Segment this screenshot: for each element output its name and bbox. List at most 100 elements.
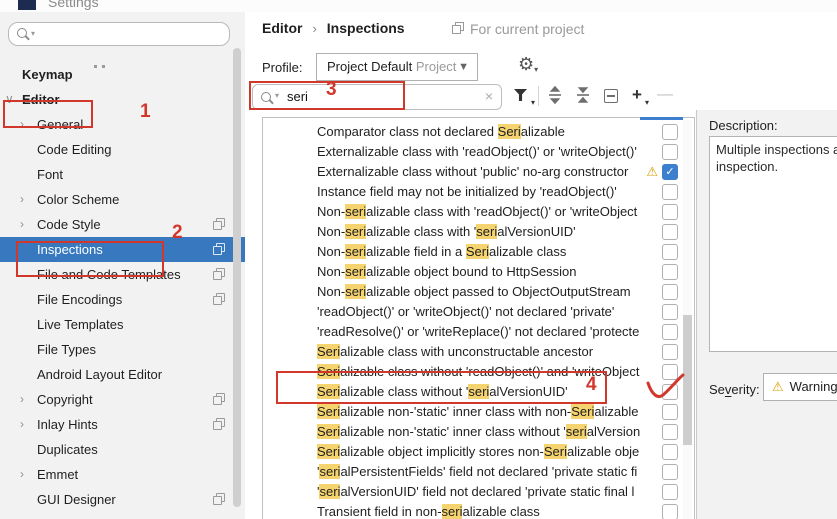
sidebar-item-label: File and Code Templates (37, 267, 181, 282)
inspection-label: 'readResolve()' or 'writeReplace()' not … (317, 322, 655, 342)
inspection-checkbox[interactable] (662, 384, 678, 400)
sidebar-item-code-editing[interactable]: Code Editing (0, 137, 245, 162)
inspection-row[interactable]: 'serialVersionUID' field not declared 'p… (263, 482, 694, 502)
copy-icon (213, 393, 225, 405)
sidebar-item-inspections[interactable]: Inspections (0, 237, 245, 262)
inspection-checkbox[interactable]: ✓ (662, 164, 678, 180)
inspection-checkbox[interactable] (662, 144, 678, 160)
inspection-row[interactable]: 'readObject()' or 'writeObject()' not de… (263, 302, 694, 322)
inspection-row[interactable]: Non-serializable object bound to HttpSes… (263, 262, 694, 282)
breadcrumb-separator: › (312, 21, 317, 36)
sidebar-item-duplicates[interactable]: Duplicates (0, 437, 245, 462)
sidebar-item-label: Color Scheme (37, 192, 120, 207)
inspection-row[interactable]: Externalizable class without 'public' no… (263, 162, 694, 182)
inspection-label: Transient field in non-serializable clas… (317, 502, 655, 519)
inspection-row[interactable]: Serializable non-'static' inner class wi… (263, 402, 694, 422)
inspections-search-input[interactable]: ▾ seri × (252, 84, 502, 110)
profile-dropdown[interactable]: Project Default Project ▼ (316, 53, 478, 81)
collapse-all-icon[interactable] (572, 86, 594, 106)
inspection-checkbox[interactable] (662, 344, 678, 360)
search-match-highlight: seri (565, 424, 587, 439)
inspection-checkbox[interactable] (662, 444, 678, 460)
search-match-highlight: Seri (317, 384, 341, 399)
inspection-row[interactable]: Serializable class with unconstructable … (263, 342, 694, 362)
sidebar-item-copyright[interactable]: › Copyright (0, 387, 245, 412)
sidebar-item-color-scheme[interactable]: › Color Scheme (0, 187, 245, 212)
label-text: 'readResolve()' or 'writeReplace()' not … (317, 324, 640, 339)
gear-icon[interactable]: ⚙▾ (518, 54, 538, 75)
inspection-row[interactable]: 'serialPersistentFields' field not decla… (263, 462, 694, 482)
add-icon[interactable]: + ▾ (626, 86, 649, 108)
chevron-icon[interactable]: › (20, 212, 24, 237)
inspection-row[interactable]: Serializable non-'static' inner class wi… (263, 422, 694, 442)
inspection-row[interactable]: Serializable class without 'readObject()… (263, 362, 694, 382)
inspection-row[interactable]: Non-serializable object passed to Object… (263, 282, 694, 302)
sidebar-item-file-encodings[interactable]: File Encodings (0, 287, 245, 312)
inspection-checkbox[interactable] (662, 504, 678, 519)
chevron-icon[interactable]: › (20, 112, 24, 137)
search-query-text: seri (287, 89, 308, 104)
inspection-checkbox[interactable] (662, 244, 678, 260)
sidebar-item-emmet[interactable]: › Emmet (0, 462, 245, 487)
sidebar-scrollbar[interactable] (233, 48, 241, 507)
sidebar-item-label: Keymap (22, 67, 73, 82)
inspection-checkbox[interactable] (662, 484, 678, 500)
inspection-row[interactable]: Transient field in non-serializable clas… (263, 502, 694, 519)
list-scrollbar-thumb[interactable] (683, 315, 692, 445)
sidebar-item-live-templates[interactable]: Live Templates (0, 312, 245, 337)
sidebar-item-label: Font (37, 167, 64, 182)
sidebar-item-file-types[interactable]: File Types (0, 337, 245, 362)
breadcrumb-parent[interactable]: Editor (262, 20, 302, 36)
search-icon (261, 92, 271, 102)
sidebar-item-code-style[interactable]: › Code Style (0, 212, 245, 237)
chevron-icon[interactable]: ∨ (5, 87, 14, 112)
inspection-row[interactable]: Serializable class without 'serialVersio… (263, 382, 694, 402)
inspection-checkbox[interactable] (662, 464, 678, 480)
window-title: Settings (48, 0, 99, 10)
sidebar-item-file-and-code-templates[interactable]: File and Code Templates (0, 262, 245, 287)
inspection-row[interactable]: Externalizable class with 'readObject()'… (263, 142, 694, 162)
label-text: alizable (594, 404, 639, 419)
inspection-checkbox[interactable] (662, 364, 678, 380)
chevron-icon[interactable]: › (20, 412, 24, 437)
inspection-row[interactable]: 'readResolve()' or 'writeReplace()' not … (263, 322, 694, 342)
label-text: Externalizable class without 'public' no… (317, 164, 629, 179)
inspection-checkbox[interactable] (662, 324, 678, 340)
sidebar-item-gui-designer[interactable]: GUI Designer (0, 487, 245, 512)
sidebar-item-editor[interactable]: ∨ Editor (0, 87, 245, 112)
inspection-checkbox[interactable] (662, 264, 678, 280)
inspection-checkbox[interactable] (662, 284, 678, 300)
inspection-checkbox[interactable] (662, 224, 678, 240)
severity-dropdown[interactable]: ⚠ Warning (763, 373, 837, 401)
inspection-checkbox[interactable] (662, 204, 678, 220)
settings-search-input[interactable]: ▾ (8, 22, 230, 46)
inspection-row[interactable]: Non-serializable class with 'serialVersi… (263, 222, 694, 242)
chevron-icon[interactable]: › (20, 462, 24, 487)
chevron-icon[interactable]: › (20, 387, 24, 412)
inspection-row[interactable]: Comparator class not declared Serializab… (263, 122, 694, 142)
settings-tree: Keymap ∨ Editor › General Code Editing Font › Co… (0, 62, 245, 512)
inspection-checkbox[interactable] (662, 184, 678, 200)
chevron-icon[interactable]: › (20, 187, 24, 212)
inspection-checkbox[interactable] (662, 424, 678, 440)
close-icon[interactable]: × (485, 88, 493, 104)
inspection-label: Non-serializable field in a Serializable… (317, 242, 655, 262)
sidebar-item-font[interactable]: Font (0, 162, 245, 187)
search-match-highlight: Seri (543, 444, 568, 459)
inspection-row[interactable]: Non-serializable field in a Serializable… (263, 242, 694, 262)
label-text: Externalizable class with 'readObject()'… (317, 144, 637, 159)
filter-icon[interactable]: ▾ (512, 86, 535, 107)
inspection-row[interactable]: Serializable object implicitly stores no… (263, 442, 694, 462)
sidebar-item-label: File Encodings (37, 292, 123, 307)
inspection-checkbox[interactable] (662, 304, 678, 320)
sidebar-item-general[interactable]: › General (0, 112, 245, 137)
inspection-row[interactable]: Instance field may not be initialized by… (263, 182, 694, 202)
sidebar-item-inlay-hints[interactable]: › Inlay Hints (0, 412, 245, 437)
sidebar-item-keymap[interactable]: Keymap (0, 62, 245, 87)
box-minus-icon[interactable] (600, 86, 622, 106)
expand-all-icon[interactable] (544, 85, 566, 106)
inspection-checkbox[interactable] (662, 124, 678, 140)
inspection-checkbox[interactable] (662, 404, 678, 420)
sidebar-item-android-layout-editor[interactable]: Android Layout Editor (0, 362, 245, 387)
inspection-row[interactable]: Non-serializable class with 'readObject(… (263, 202, 694, 222)
